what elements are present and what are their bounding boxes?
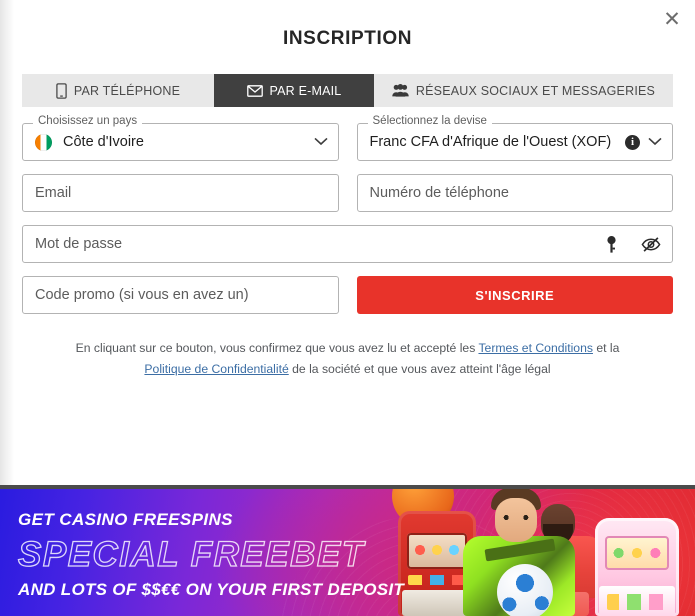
legal-text-part2: et la [592,341,620,355]
country-label: Choisissez un pays [33,115,143,128]
phone-field-wrap [356,174,673,212]
currency-field-wrap: Sélectionnez la devise Franc CFA d'Afriq… [356,115,673,161]
legal-text-part3: de la société et que vous avez atteint l… [288,361,551,376]
chevron-down-icon [313,133,328,151]
password-field-wrap [22,225,673,263]
page-title: INSCRIPTION [282,28,413,49]
terms-and-conditions-link[interactable]: Termes et Conditions [478,341,592,355]
registration-modal: ✕ INSCRIPTION PAR TÉLÉPHONE PAR E-MAIL R… [0,0,695,616]
pink-slot-machine-art [595,518,679,616]
tab-label: PAR E-MAIL [269,83,342,98]
registration-method-tabs: PAR TÉLÉPHONE PAR E-MAIL RÉSEAUX SOCIAUX… [22,74,673,107]
promo-field-wrap [22,276,339,314]
tab-par-email[interactable]: PAR E-MAIL [214,74,374,107]
phone-icon [56,82,67,99]
close-icon[interactable]: ✕ [657,4,687,34]
country-select[interactable]: Choisissez un pays Côte d'Ivoire [22,115,339,161]
form-row-email-phone [22,174,673,212]
form-row-country-currency: Choisissez un pays Côte d'Ivoire Sélecti… [22,115,673,161]
password-field[interactable] [22,225,673,263]
tab-reseaux-sociaux[interactable]: RÉSEAUX SOCIAUX ET MESSAGERIES [374,74,673,107]
banner-line-2: SPECIAL FREEBET [17,535,365,574]
form-row-promo-submit: S'INSCRIRE [22,276,673,314]
banner-text-block: GET CASINO FREESPINS SPECIAL FREEBET AND… [17,510,405,599]
banner-line-1: GET CASINO FREESPINS [18,510,233,529]
tab-label: RÉSEAUX SOCIAUX ET MESSAGERIES [415,83,656,98]
currency-select[interactable]: Sélectionnez la devise Franc CFA d'Afriq… [356,115,673,161]
email-field[interactable] [22,174,339,212]
currency-value: Franc CFA d'Afrique de l'Ouest (XOF) [369,134,612,150]
password-actions [606,225,661,263]
privacy-policy-link[interactable]: Politique de Confidentialité [144,362,288,376]
eye-off-icon[interactable] [641,236,661,252]
promo-code-field[interactable] [22,276,339,314]
email-field-wrap [22,174,339,212]
envelope-icon [246,84,263,97]
tab-par-telephone[interactable]: PAR TÉLÉPHONE [22,74,214,107]
password-wrapper [22,225,673,263]
country-field-wrap: Choisissez un pays Côte d'Ivoire [22,115,339,161]
phone-field[interactable] [356,174,673,212]
promo-banner[interactable]: GET CASINO FREESPINS SPECIAL FREEBET AND… [0,485,695,616]
info-icon[interactable]: i [625,134,640,150]
registration-form: Choisissez un pays Côte d'Ivoire Sélecti… [22,115,673,314]
group-icon [392,84,409,97]
key-icon[interactable] [606,235,617,253]
legal-disclaimer: En cliquant sur ce bouton, vous confirme… [52,338,643,380]
character-footballer-art [455,489,587,616]
country-value: Côte d'Ivoire [63,134,144,150]
form-row-password [22,225,673,263]
tab-label: PAR TÉLÉPHONE [73,83,181,98]
chevron-down-icon [648,133,662,151]
banner-line-3: AND LOTS OF $$€€ ON YOUR FIRST DEPOSIT [18,580,405,599]
submit-wrap: S'INSCRIRE [356,276,673,314]
legal-text-part1: En cliquant sur ce bouton, vous confirme… [75,341,479,355]
overlay-shadow [0,0,14,485]
currency-label: Sélectionnez la devise [367,115,492,128]
register-submit-button[interactable]: S'INSCRIRE [356,276,673,314]
cote-divoire-flag-icon [35,133,52,151]
